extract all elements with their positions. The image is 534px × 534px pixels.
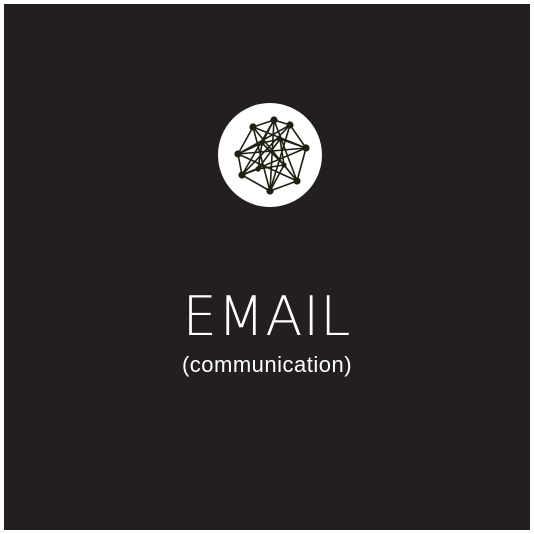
network-mesh-icon (234, 116, 310, 195)
email-card: EMAIL (communication) (4, 4, 530, 530)
icon-badge (218, 103, 322, 207)
card-title: EMAIL (182, 285, 352, 348)
card-subtitle: (communication) (181, 352, 353, 377)
